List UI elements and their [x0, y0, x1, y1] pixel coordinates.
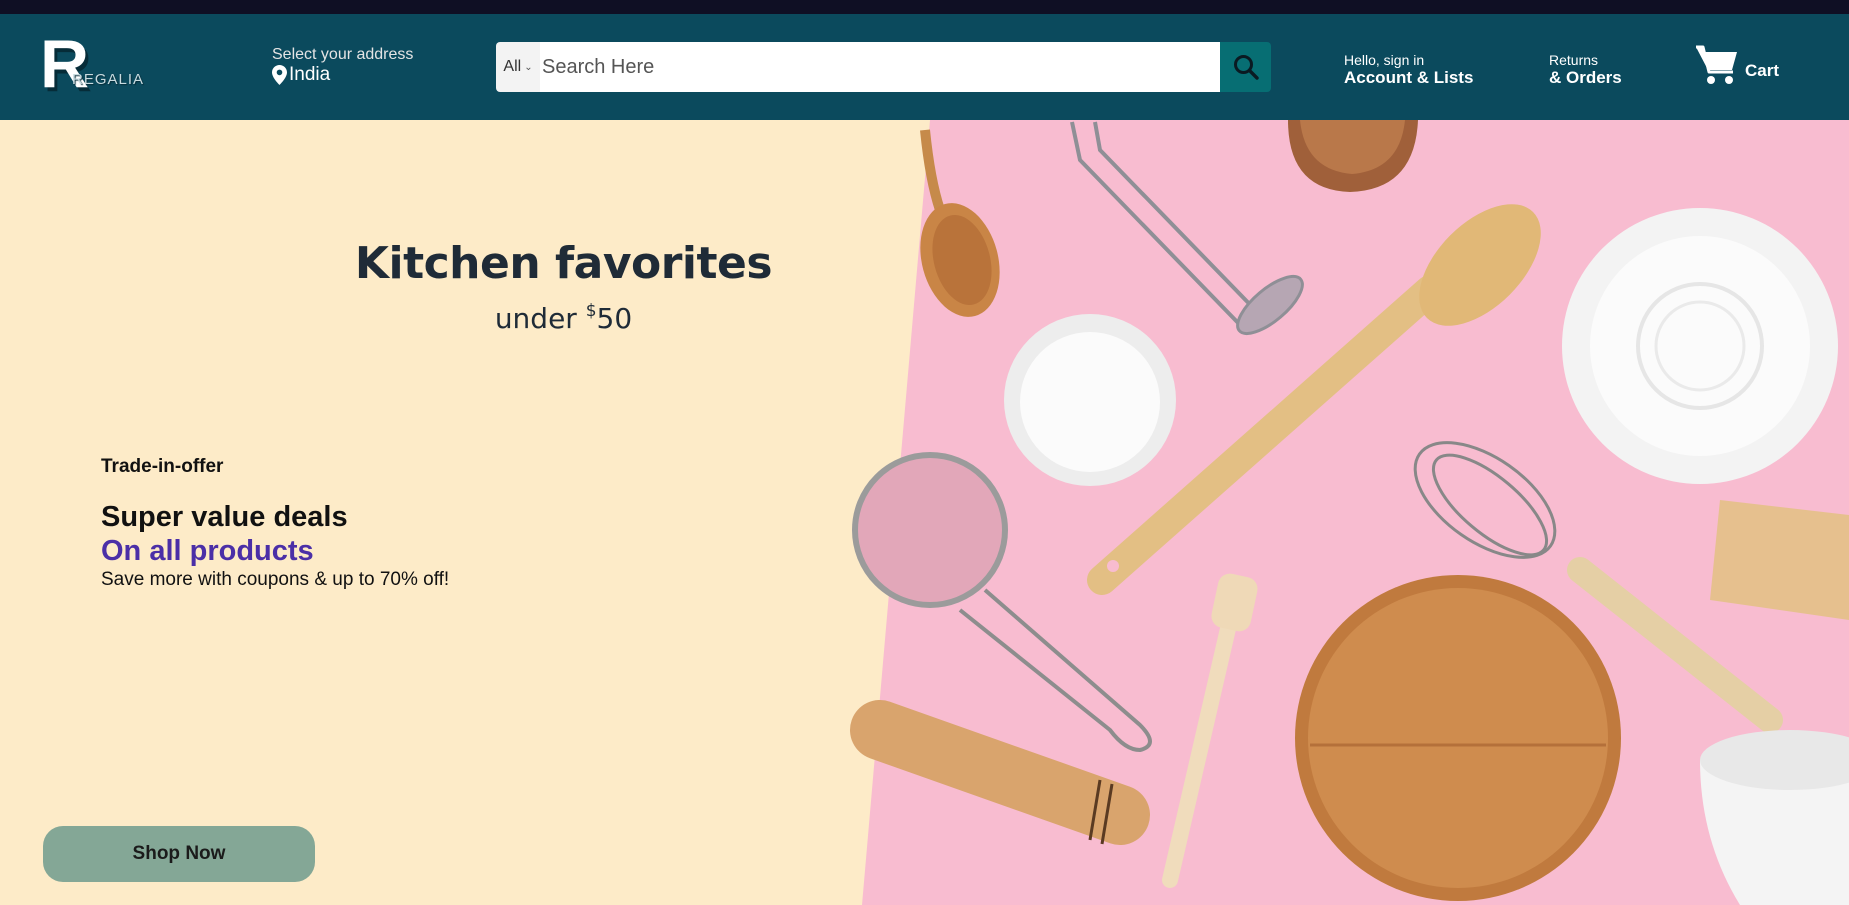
returns-orders-link[interactable]: Returns & Orders: [1549, 52, 1622, 88]
account-greeting: Hello, sign in: [1344, 52, 1425, 68]
account-lists-link[interactable]: Hello, sign in Account & Lists: [1344, 52, 1473, 88]
search-category-select[interactable]: All ⌄: [496, 42, 540, 92]
hero-banner: Kitchen favorites under $50 Trade-in-off…: [0, 120, 1849, 905]
hero-subtitle-currency: $: [585, 301, 597, 321]
cart-icon: [1696, 45, 1737, 84]
offer-description: Save more with coupons & up to 70% off!: [101, 569, 450, 590]
search-bar: All ⌄: [496, 42, 1271, 92]
hero-subtitle-amount: 50: [596, 302, 633, 335]
search-input[interactable]: [540, 42, 1220, 92]
address-prompt: Select your address: [272, 46, 414, 63]
offer-headline: Super value deals: [101, 501, 348, 533]
logo[interactable]: R REGALIA: [40, 30, 170, 102]
account-label: Account & Lists: [1344, 68, 1474, 87]
search-icon: [1233, 55, 1259, 80]
orders-label: & Orders: [1549, 68, 1622, 87]
shop-now-button[interactable]: Shop Now: [43, 826, 315, 882]
search-category-label: All: [503, 58, 522, 75]
offer-tag: Trade-in-offer: [101, 456, 224, 477]
cart-link[interactable]: Cart: [1695, 44, 1779, 86]
hero-title: Kitchen favorites: [354, 238, 773, 289]
returns-label: Returns: [1549, 52, 1599, 68]
search-button[interactable]: [1220, 42, 1271, 92]
location-pin-icon: [272, 65, 287, 85]
chevron-down-icon: ⌄: [524, 61, 533, 73]
address-selector[interactable]: Select your address India: [272, 46, 413, 86]
cart-label: Cart: [1745, 61, 1780, 80]
hero-subtitle: under $50: [290, 294, 837, 336]
address-country-row: India: [272, 64, 413, 86]
hero-subtitle-prefix: under: [494, 302, 586, 335]
logo-word: REGALIA: [72, 71, 145, 88]
offer-headline-accent: On all products: [101, 535, 314, 567]
offer-block: Trade-in-offer Super value deals On all …: [101, 456, 449, 592]
address-country: India: [289, 64, 331, 85]
hero-title-block: Kitchen favorites under $50: [290, 238, 837, 336]
top-strip: [0, 0, 1849, 14]
navbar: R REGALIA Select your address India All …: [0, 14, 1849, 120]
